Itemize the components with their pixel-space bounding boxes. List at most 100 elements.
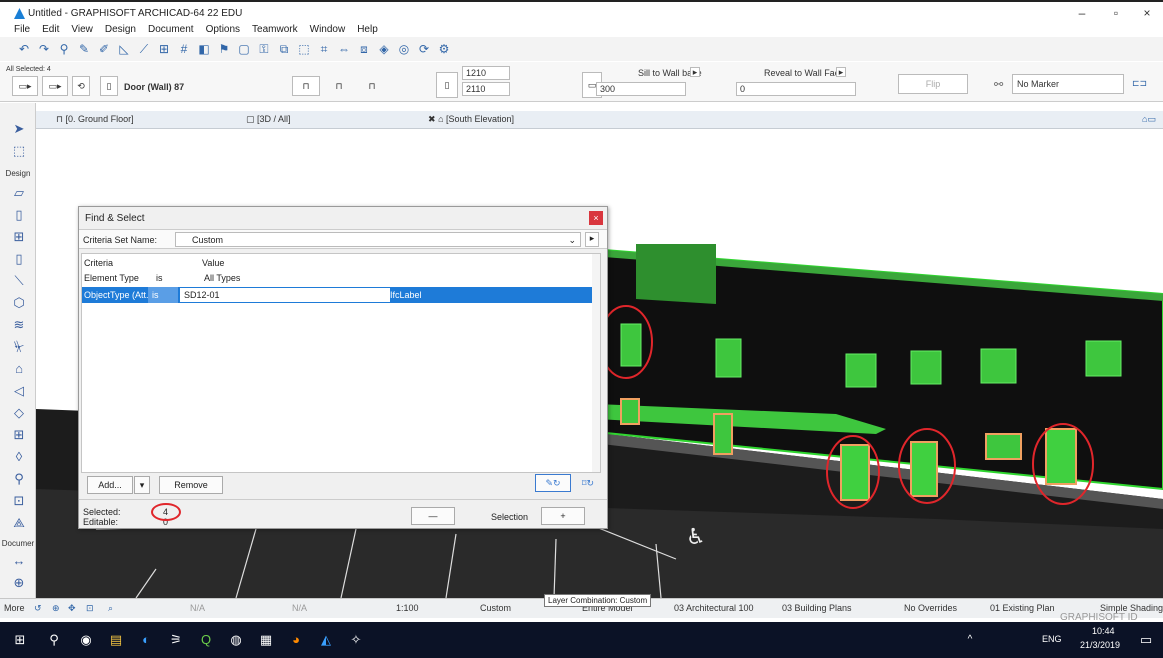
menu-document[interactable]: Document xyxy=(148,24,194,35)
redo-icon[interactable]: ↷ xyxy=(36,41,52,57)
selection-box-icon[interactable]: ▢ xyxy=(236,41,252,57)
rotate-button[interactable]: ⟲ xyxy=(72,76,90,96)
reveal-field[interactable]: 0 xyxy=(736,82,856,96)
clock-date[interactable]: 21/3/2019 xyxy=(1080,640,1120,650)
marquee-icon[interactable]: ⬚ xyxy=(11,143,27,159)
sill-field[interactable]: 300 xyxy=(596,82,686,96)
lock-icon[interactable]: ⚿ xyxy=(256,41,272,57)
arrow-select-icon[interactable]: ➤ xyxy=(11,121,27,137)
group-icon[interactable]: ⧉ xyxy=(276,41,292,57)
fit-window-icon[interactable]: ⊡ xyxy=(86,603,94,614)
tab-3d-all[interactable]: ▢ [3D / All] xyxy=(246,114,291,125)
add-to-selection-button[interactable]: + xyxy=(541,507,585,525)
table-scrollbar[interactable] xyxy=(592,254,600,472)
building-plans-field[interactable]: 03 Building Plans xyxy=(782,603,852,613)
width-field[interactable]: 1210 xyxy=(462,66,510,80)
app-icon-1[interactable]: ◉ xyxy=(78,632,94,648)
menu-design[interactable]: Design xyxy=(105,24,136,35)
skylight-tool-icon[interactable]: ◇ xyxy=(11,405,27,421)
marker-settings-icon[interactable]: ⊏⊐ xyxy=(1132,78,1147,89)
inject-params-button[interactable]: ⌑↻ xyxy=(573,474,603,492)
marker-select[interactable]: No Marker xyxy=(1012,74,1124,94)
rebuild-icon[interactable]: ⟳ xyxy=(416,41,432,57)
menu-help[interactable]: Help xyxy=(357,24,378,35)
door-tool-icon[interactable]: ▯ xyxy=(11,207,27,223)
settings-icon[interactable]: ⚙ xyxy=(436,41,452,57)
navigator-icon[interactable]: ◎ xyxy=(396,41,412,57)
add-criteria-button[interactable]: Add... xyxy=(87,476,133,494)
notifications-icon[interactable]: ▭ xyxy=(1138,632,1154,648)
file-explorer-icon[interactable]: ▤ xyxy=(108,632,124,648)
tab-south-elevation[interactable]: ✖ ⌂ [South Elevation] xyxy=(428,114,514,125)
morph-tool-icon[interactable]: ◊ xyxy=(11,449,27,465)
criteria-set-select[interactable]: Custom ⌄ xyxy=(175,232,581,247)
tab-close-icon[interactable]: ✖ xyxy=(428,114,436,124)
roof-tool-icon[interactable]: ⌂ xyxy=(11,361,27,377)
beam-tool-icon[interactable]: ⟍ xyxy=(11,273,27,289)
object-tool-icon[interactable]: ⚲ xyxy=(11,471,27,487)
hash-grid-icon[interactable]: # xyxy=(176,41,192,57)
criteria-set-menu-button[interactable]: ▸ xyxy=(585,232,599,247)
stair-tool-icon[interactable]: ≋ xyxy=(11,317,27,333)
close-button[interactable]: × xyxy=(1137,6,1157,20)
row2-op-cell[interactable]: is xyxy=(148,287,178,303)
layer-combination-field[interactable]: Custom xyxy=(480,603,511,613)
add-dropdown-button[interactable]: ▾ xyxy=(134,476,150,494)
curtain-wall-icon[interactable]: ⊞ xyxy=(11,427,27,443)
railing-tool-icon[interactable]: ⏧ xyxy=(11,339,27,355)
chrome-icon[interactable]: ◍ xyxy=(228,632,244,648)
door-type-icon[interactable]: ▯ xyxy=(100,76,118,96)
table-row[interactable]: Element Type is All Types xyxy=(82,270,592,286)
deselect-button[interactable]: — xyxy=(411,507,455,525)
pick-up-params-button[interactable]: ✎↻ xyxy=(535,474,571,492)
hinge-button-3[interactable]: ⊓ xyxy=(358,76,386,96)
remove-criteria-button[interactable]: Remove xyxy=(159,476,223,494)
hinge-button-2[interactable]: ⊓ xyxy=(325,76,353,96)
column-tool-icon[interactable]: ▯ xyxy=(11,251,27,267)
menu-view[interactable]: View xyxy=(71,24,93,35)
magic-wand-icon[interactable]: ✐ xyxy=(96,41,112,57)
existing-plan-field[interactable]: 01 Existing Plan xyxy=(990,603,1055,613)
row2-value-input[interactable]: SD12-01 xyxy=(180,288,390,302)
hinge-button-1[interactable]: ⊓ xyxy=(292,76,320,96)
zoom-icon[interactable]: ⌕ xyxy=(108,603,113,614)
edge-icon[interactable]: ◐ xyxy=(138,632,154,648)
menu-options[interactable]: Options xyxy=(206,24,240,35)
anchor-button[interactable]: ▭▸ xyxy=(42,76,68,96)
pin-icon[interactable]: ⚑ xyxy=(216,41,232,57)
minimize-button[interactable]: – xyxy=(1072,6,1092,20)
flip-button[interactable]: Flip xyxy=(898,74,968,94)
suspend-groups-icon[interactable]: ⌗ xyxy=(316,41,332,57)
measure-icon[interactable]: ⇔ xyxy=(336,41,352,57)
tab-ground-floor[interactable]: ⊓ [0. Ground Floor] xyxy=(56,114,134,125)
zone-tool-icon[interactable]: ⊡ xyxy=(11,493,27,509)
system-tray-icons[interactable]: ^ xyxy=(962,632,978,648)
app-icon-2[interactable]: ⚞ xyxy=(168,632,184,648)
arrow-tool-icon[interactable]: ◺ xyxy=(116,41,132,57)
selection-mode-button[interactable]: ▭▸ xyxy=(12,76,38,96)
guide-line-icon[interactable]: ⟋ xyxy=(136,41,152,57)
pet-palette-icon[interactable]: ⚲ xyxy=(56,41,72,57)
menu-edit[interactable]: Edit xyxy=(42,24,59,35)
qgis-icon[interactable]: Q xyxy=(198,632,214,648)
archicad-taskbar-icon[interactable]: ◭ xyxy=(318,632,334,648)
clock-time[interactable]: 10:44 xyxy=(1092,626,1115,636)
dialog-close-button[interactable]: × xyxy=(589,211,603,225)
architectural-field[interactable]: 03 Architectural 100 xyxy=(674,603,754,613)
scale-field[interactable]: 1:100 xyxy=(396,603,419,613)
more-tools-icon[interactable]: ⊕ xyxy=(11,575,27,591)
wall-tool-icon[interactable]: ▱ xyxy=(11,185,27,201)
mesh-tool-icon[interactable]: ⟁ xyxy=(11,515,27,531)
undo-view-icon[interactable]: ↺ xyxy=(34,603,42,614)
undo-icon[interactable]: ↶ xyxy=(16,41,32,57)
language-indicator[interactable]: ENG xyxy=(1042,634,1062,644)
shell-tool-icon[interactable]: ◁ xyxy=(11,383,27,399)
view-3d-icon[interactable]: ⬚ xyxy=(296,41,312,57)
menu-file[interactable]: File xyxy=(14,24,30,35)
more-label[interactable]: More xyxy=(4,603,25,613)
windows-start-icon[interactable]: ⊞ xyxy=(12,632,28,648)
overrides-field[interactable]: No Overrides xyxy=(904,603,957,613)
table-row-selected[interactable]: ObjectType (Att... is SD12-01 IfcLabel xyxy=(82,287,592,303)
firefox-icon[interactable]: ◕ xyxy=(288,632,304,648)
dimension-tool-icon[interactable]: ↔ xyxy=(11,553,27,569)
